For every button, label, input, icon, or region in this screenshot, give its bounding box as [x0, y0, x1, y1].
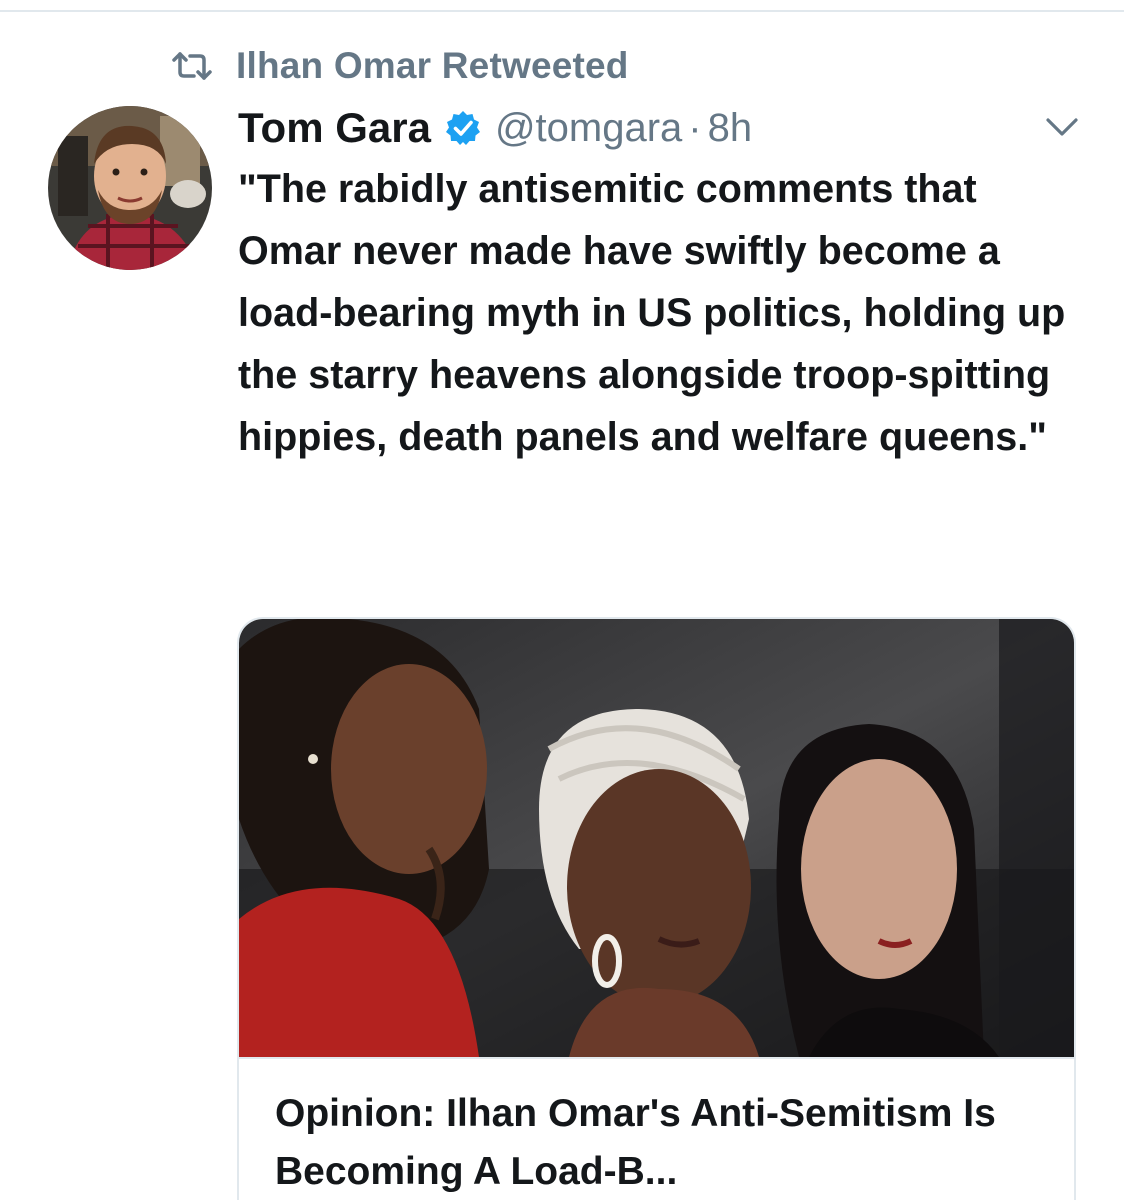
- card-image: [239, 619, 1074, 1057]
- link-card[interactable]: Opinion: Ilhan Omar's Anti-Semitism Is B…: [237, 617, 1076, 1200]
- author-display-name[interactable]: Tom Gara: [238, 104, 431, 152]
- retweet-icon: [172, 52, 212, 80]
- tweet-timestamp[interactable]: 8h: [708, 106, 753, 151]
- tweet-header: Tom Gara @tomgara · 8h: [238, 100, 752, 156]
- tweet-text: "The rabidly antisemitic comments that O…: [238, 167, 1066, 459]
- separator-dot: ·: [688, 105, 702, 150]
- card-divider: [239, 1057, 1074, 1059]
- avatar[interactable]: [48, 106, 212, 270]
- retweet-context[interactable]: Ilhan Omar Retweeted: [170, 44, 629, 88]
- card-title[interactable]: Opinion: Ilhan Omar's Anti-Semitism Is B…: [275, 1085, 1055, 1200]
- verified-badge-icon: [445, 111, 480, 145]
- author-handle[interactable]: @tomgara: [495, 106, 682, 151]
- top-divider: [0, 10, 1124, 12]
- retweet-label: Ilhan Omar Retweeted: [236, 45, 629, 86]
- chevron-down-icon[interactable]: [1040, 112, 1084, 142]
